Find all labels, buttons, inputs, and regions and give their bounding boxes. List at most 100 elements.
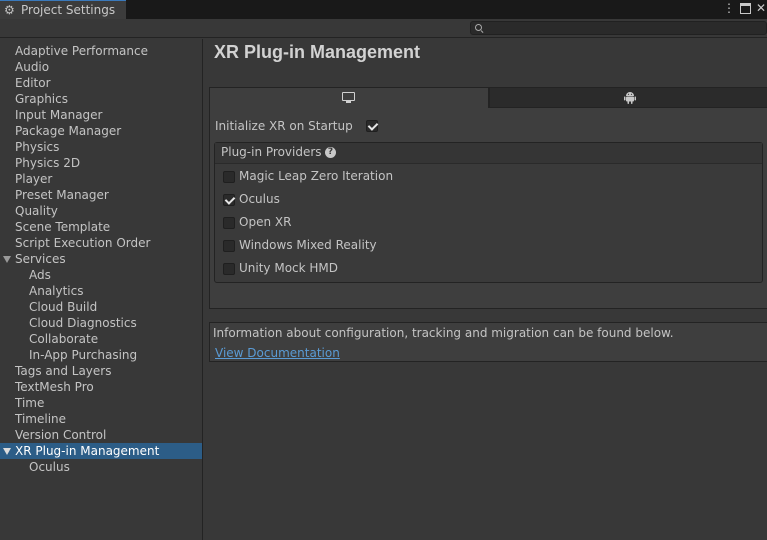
maximize-icon[interactable] [740,0,751,16]
sidebar-item-label: Physics [15,140,60,154]
sidebar-item-label: Time [15,396,45,410]
sidebar-item[interactable]: Time [0,395,202,411]
sidebar-item-label: In-App Purchasing [29,348,138,362]
provider-label: Magic Leap Zero Iteration [239,169,394,183]
sidebar-item-label: Tags and Layers [15,364,112,378]
plugin-providers-group: Plug-in Providers ? Magic Leap Zero Iter… [214,142,763,283]
sidebar-item-label: Analytics [29,284,84,298]
provider-checkbox[interactable] [223,217,235,229]
sidebar-item[interactable]: Services [0,251,202,267]
sidebar-item-label: Timeline [15,412,67,426]
sidebar-item[interactable]: Player [0,171,202,187]
sidebar: Adaptive Performance Audio Editor Graphics I… [0,39,203,540]
gear-icon: ⚙ [4,3,15,17]
xr-settings-panel: Initialize XR on Startup Plug-in Provide… [209,108,767,309]
view-documentation-link[interactable]: View Documentation [215,346,340,360]
sidebar-item[interactable]: Timeline [0,411,202,427]
foldout-arrow-icon[interactable] [3,448,11,455]
provider-row: Open XR [215,213,762,233]
provider-row: Magic Leap Zero Iteration [215,167,762,187]
page-title: XR Plug-in Management [214,42,421,62]
sidebar-item-label: Version Control [15,428,107,442]
initialize-xr-label: Initialize XR on Startup [215,119,353,133]
sidebar-item-label: Cloud Build [29,300,98,314]
plugin-providers-title: Plug-in Providers [221,145,322,159]
search-icon [475,24,482,31]
sidebar-item[interactable]: Physics [0,139,202,155]
search-box[interactable] [470,21,767,35]
android-icon [624,92,636,104]
sidebar-item-label: Adaptive Performance [15,44,148,58]
project-settings-tab[interactable]: ⚙ Project Settings [0,0,126,19]
sidebar-item[interactable]: Collaborate [0,331,202,347]
main-panel: XR Plug-in Management Initialize XR on S… [204,39,767,540]
provider-label: Oculus [239,192,280,206]
sidebar-item[interactable]: Graphics [0,91,202,107]
sidebar-item[interactable]: Cloud Diagnostics [0,315,202,331]
sidebar-item-label: Package Manager [15,124,122,138]
sidebar-item[interactable]: Input Manager [0,107,202,123]
sidebar-item[interactable]: Version Control [0,427,202,443]
sidebar-item[interactable]: TextMesh Pro [0,379,202,395]
sidebar-item[interactable]: Preset Manager [0,187,202,203]
sidebar-item[interactable]: Package Manager [0,123,202,139]
sidebar-item-label: Scene Template [15,220,111,234]
initialize-xr-checkbox[interactable] [366,120,378,132]
sidebar-item[interactable]: Script Execution Order [0,235,202,251]
platform-tabs [209,87,767,108]
tab-android[interactable] [489,87,767,108]
sidebar-item-label: Graphics [15,92,68,106]
provider-checkbox[interactable] [223,171,235,183]
provider-checkbox[interactable] [223,240,235,252]
tab-standalone[interactable] [209,87,489,108]
monitor-icon [342,92,355,103]
sidebar-item-label: Editor [15,76,51,90]
sidebar-item-label: Cloud Diagnostics [29,316,137,330]
close-icon[interactable]: ✕ [756,0,766,16]
sidebar-item[interactable]: In-App Purchasing [0,347,202,363]
provider-row: Windows Mixed Reality [215,236,762,256]
sidebar-item-label: Ads [29,268,51,282]
tab-title: Project Settings [21,3,116,17]
toolbar [0,19,767,38]
foldout-arrow-icon[interactable] [3,256,11,263]
sidebar-item[interactable]: Scene Template [0,219,202,235]
plugin-providers-header: Plug-in Providers ? [215,143,762,164]
sidebar-item-label: Collaborate [29,332,99,346]
sidebar-item[interactable]: Audio [0,59,202,75]
sidebar-item[interactable]: Quality [0,203,202,219]
provider-label: Windows Mixed Reality [239,238,377,252]
provider-checkbox[interactable] [223,194,235,206]
sidebar-item-label: Physics 2D [15,156,81,170]
provider-row: Unity Mock HMD [215,259,762,279]
provider-label: Unity Mock HMD [239,261,339,275]
sidebar-item-label: Input Manager [15,108,103,122]
sidebar-item-label: Oculus [29,460,70,474]
sidebar-item[interactable]: Adaptive Performance [0,43,202,59]
search-input[interactable] [485,22,755,34]
sidebar-item[interactable]: Cloud Build [0,299,202,315]
sidebar-item[interactable]: Analytics [0,283,202,299]
info-text: Information about configuration, trackin… [213,326,674,340]
title-bar: ⚙ Project Settings ⋮ ✕ [0,0,767,19]
provider-label: Open XR [239,215,292,229]
sidebar-item[interactable]: Physics 2D [0,155,202,171]
sidebar-item-label: Player [15,172,53,186]
provider-checkbox[interactable] [223,263,235,275]
sidebar-item[interactable]: Tags and Layers [0,363,202,379]
kebab-menu-icon[interactable]: ⋮ [723,0,735,16]
help-icon[interactable]: ? [325,147,336,158]
info-box: Information about configuration, trackin… [209,322,767,362]
sidebar-item[interactable]: Ads [0,267,202,283]
sidebar-item-label: XR Plug-in Management [15,444,160,458]
sidebar-item-label: TextMesh Pro [15,380,94,394]
sidebar-item[interactable]: XR Plug-in Management [0,443,202,459]
sidebar-item-label: Services [15,252,66,266]
sidebar-item-label: Script Execution Order [15,236,151,250]
sidebar-item-label: Quality [15,204,58,218]
provider-row: Oculus [215,190,762,210]
sidebar-item-label: Audio [15,60,50,74]
sidebar-item[interactable]: Editor [0,75,202,91]
sidebar-item[interactable]: Oculus [0,459,202,475]
sidebar-item-label: Preset Manager [15,188,109,202]
